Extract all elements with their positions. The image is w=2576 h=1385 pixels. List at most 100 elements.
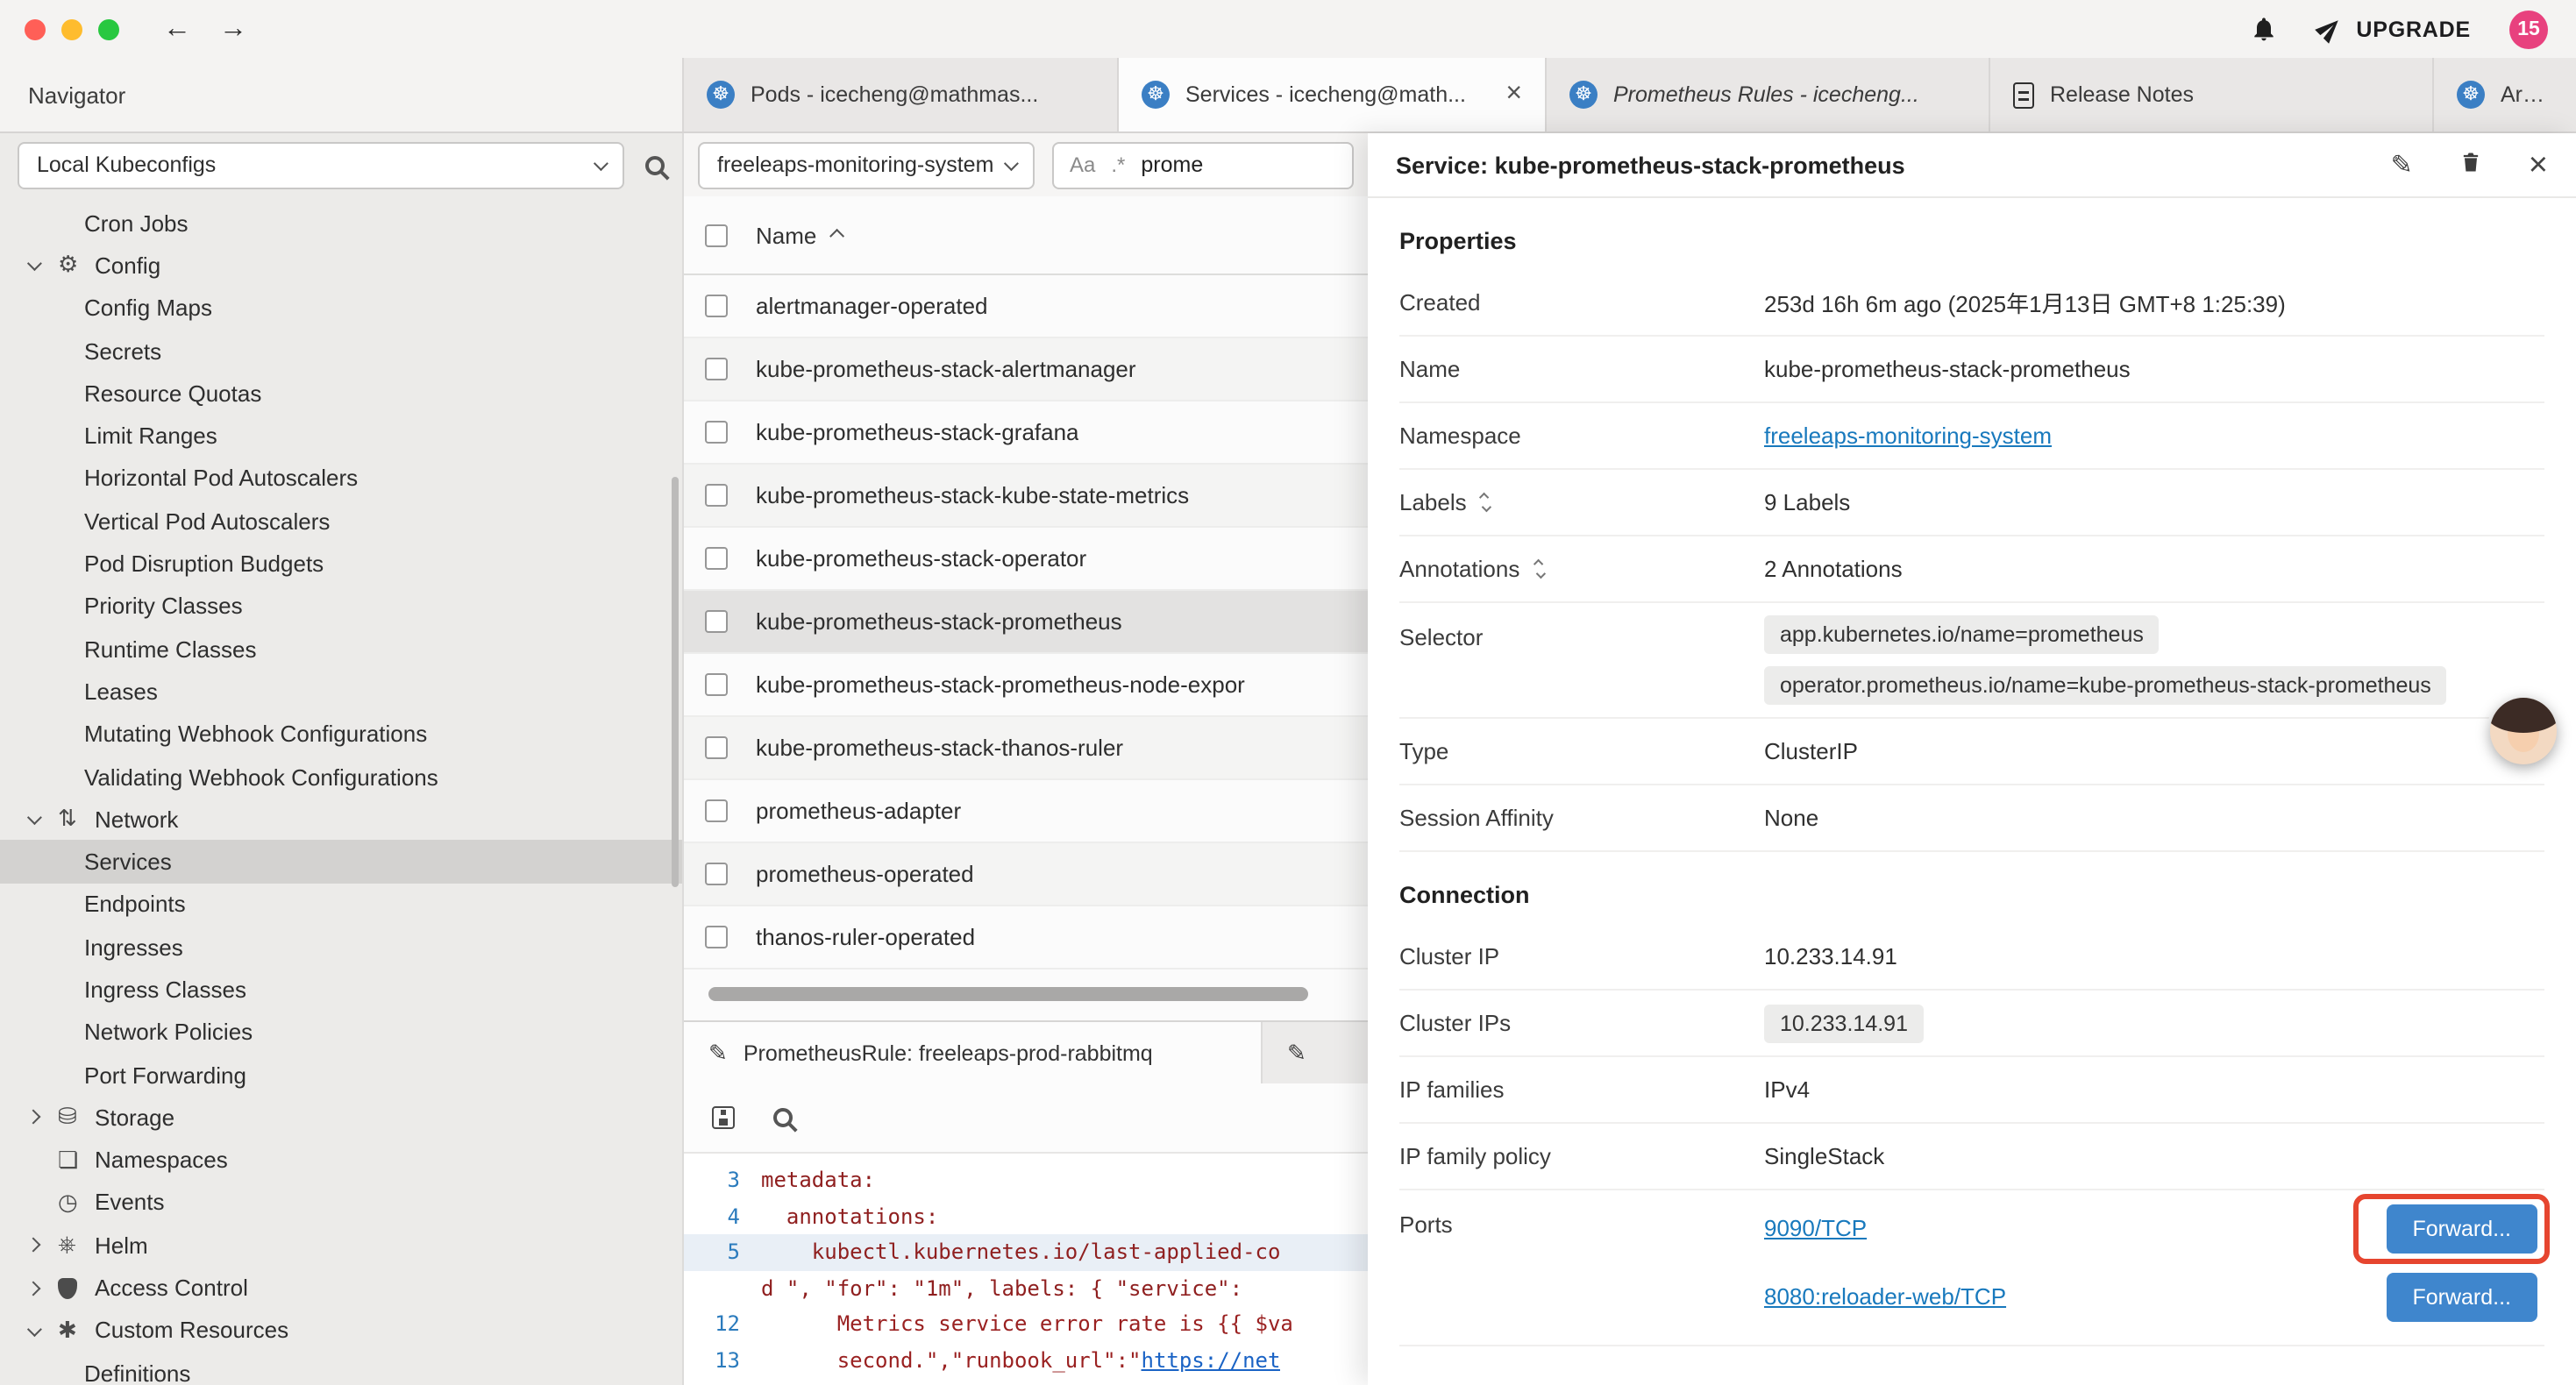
table-row[interactable]: kube-prometheus-stack-operator: [684, 528, 1368, 591]
row-checkbox[interactable]: [705, 421, 728, 444]
table-row[interactable]: prometheus-operated: [684, 843, 1368, 906]
column-header-name[interactable]: Name: [756, 222, 843, 248]
kubeconfig-selector[interactable]: Local Kubeconfigs: [18, 141, 624, 188]
row-checkbox[interactable]: [705, 610, 728, 633]
sidebar-item-priority-classes[interactable]: Priority Classes: [0, 585, 682, 628]
table-row[interactable]: kube-prometheus-stack-thanos-ruler: [684, 717, 1368, 780]
row-checkbox[interactable]: [705, 295, 728, 317]
sidebar-item-limit-ranges[interactable]: Limit Ranges: [0, 415, 682, 458]
table-row[interactable]: kube-prometheus-stack-prometheus-node-ex…: [684, 654, 1368, 717]
sidebar-item-ingress-classes[interactable]: Ingress Classes: [0, 969, 682, 1012]
close-tab-icon[interactable]: ×: [1505, 81, 1522, 109]
notification-count-badge[interactable]: 15: [2509, 10, 2548, 48]
editor-search-icon[interactable]: [773, 1108, 793, 1127]
tab-label: Services - icecheng@math...: [1185, 82, 1466, 107]
table-row[interactable]: kube-prometheus-stack-prometheus: [684, 591, 1368, 654]
sidebar-item-pod-disruption-budgets[interactable]: Pod Disruption Budgets: [0, 543, 682, 586]
chevron-right-icon[interactable]: [28, 1112, 58, 1123]
row-checkbox[interactable]: [705, 547, 728, 570]
tab-release-notes[interactable]: Release Notes: [1990, 58, 2434, 131]
select-all-checkbox[interactable]: [705, 224, 728, 246]
upgrade-button[interactable]: UPGRADE: [2316, 16, 2471, 42]
regex-toggle[interactable]: .*: [1111, 153, 1125, 177]
sidebar-item-mutating-webhook-configurations[interactable]: Mutating Webhook Configurations: [0, 713, 682, 756]
notifications-bell-icon[interactable]: [2249, 14, 2277, 44]
row-checkbox[interactable]: [705, 736, 728, 759]
port-link[interactable]: 8080:reloader-web/TCP: [1764, 1283, 2006, 1310]
namespace-link[interactable]: freeleaps-monitoring-system: [1764, 423, 2052, 449]
table-row[interactable]: kube-prometheus-stack-grafana: [684, 401, 1368, 465]
sidebar-item-network-policies[interactable]: Network Policies: [0, 1011, 682, 1054]
dock-tab[interactable]: ✎PrometheusRule: freeleaps-prod-rabbitmq: [684, 1022, 1263, 1083]
sidebar-item-definitions[interactable]: Definitions: [0, 1352, 682, 1385]
expander-icon[interactable]: [1483, 493, 1490, 512]
delete-icon[interactable]: [2459, 149, 2483, 181]
sidebar-scrollbar[interactable]: [672, 477, 679, 887]
sidebar-item-config[interactable]: ⚙Config: [0, 245, 682, 288]
edit-icon[interactable]: ✎: [2391, 152, 2413, 178]
tab-pods-icecheng-mathmas[interactable]: ☸Pods - icecheng@mathmas...: [684, 58, 1119, 131]
sidebar-item-network[interactable]: ⇅Network: [0, 798, 682, 841]
sidebar-item-helm[interactable]: ⎈Helm: [0, 1224, 682, 1267]
port-link[interactable]: 9090/TCP: [1764, 1215, 1867, 1241]
row-checkbox[interactable]: [705, 484, 728, 507]
zoom-window-button[interactable]: [98, 18, 119, 39]
sidebar-item-secrets[interactable]: Secrets: [0, 330, 682, 373]
sidebar-item-port-forwarding[interactable]: Port Forwarding: [0, 1054, 682, 1097]
forward-button[interactable]: Forward...: [2386, 1204, 2537, 1253]
expander-icon[interactable]: [1535, 559, 1542, 579]
table-row[interactable]: alertmanager-operated: [684, 275, 1368, 338]
back-button[interactable]: ←: [158, 13, 196, 45]
sidebar-item-namespaces[interactable]: ❏Namespaces: [0, 1139, 682, 1182]
sidebar-item-events[interactable]: ◷Events: [0, 1182, 682, 1225]
namespace-filter[interactable]: freeleaps-monitoring-system: [698, 141, 1035, 188]
sidebar-item-endpoints[interactable]: Endpoints: [0, 884, 682, 927]
chevron-down-icon[interactable]: [28, 260, 58, 271]
close-icon[interactable]: ×: [2529, 148, 2548, 181]
table-row[interactable]: thanos-ruler-operated: [684, 906, 1368, 970]
sidebar-item-leases[interactable]: Leases: [0, 671, 682, 714]
sidebar-item-storage[interactable]: ⛁Storage: [0, 1096, 682, 1139]
table-row[interactable]: kube-prometheus-stack-alertmanager: [684, 338, 1368, 401]
tab-prometheus-rules-icecheng[interactable]: ☸Prometheus Rules - icecheng...: [1547, 58, 1990, 131]
row-checkbox[interactable]: [705, 926, 728, 948]
minimize-window-button[interactable]: [61, 18, 82, 39]
sidebar-item-services[interactable]: Services: [0, 841, 682, 884]
table-row[interactable]: kube-prometheus-stack-kube-state-metrics: [684, 465, 1368, 528]
sidebar-item-vertical-pod-autoscalers[interactable]: Vertical Pod Autoscalers: [0, 500, 682, 543]
tab-argo-se[interactable]: ☸Argo Se: [2434, 58, 2576, 131]
horizontal-scrollbar[interactable]: [708, 987, 1308, 1001]
property-row-created: Created253d 16h 6m ago (2025年1月13日 GMT+8…: [1399, 270, 2544, 337]
forward-button[interactable]: →: [214, 13, 253, 45]
sidebar-item-ingresses[interactable]: Ingresses: [0, 926, 682, 969]
namespace-filter-value: freeleaps-monitoring-system: [717, 153, 993, 177]
table-row[interactable]: prometheus-adapter: [684, 780, 1368, 843]
chevron-right-icon[interactable]: [28, 1282, 58, 1293]
sidebar-item-access-control[interactable]: Access Control: [0, 1267, 682, 1310]
yaml-editor[interactable]: 3metadata:4 annotations:5 kubectl.kubern…: [684, 1154, 1368, 1385]
table-search-input[interactable]: Aa .* prome: [1052, 141, 1354, 188]
save-icon[interactable]: [712, 1106, 735, 1129]
sidebar-item-runtime-classes[interactable]: Runtime Classes: [0, 628, 682, 671]
close-window-button[interactable]: [25, 18, 46, 39]
sidebar-item-custom-resources[interactable]: ✱Custom Resources: [0, 1309, 682, 1352]
chevron-right-icon[interactable]: [28, 1240, 58, 1251]
sidebar-item-cron-jobs[interactable]: Cron Jobs: [0, 202, 682, 245]
dock-tab-partial[interactable]: ✎: [1263, 1022, 1368, 1083]
chevron-down-icon[interactable]: [28, 814, 58, 825]
forward-button[interactable]: Forward...: [2386, 1272, 2537, 1321]
avatar[interactable]: [2490, 698, 2557, 764]
tab-services-icecheng-math[interactable]: ☸Services - icecheng@math...×: [1119, 58, 1547, 131]
sidebar-item-horizontal-pod-autoscalers[interactable]: Horizontal Pod Autoscalers: [0, 458, 682, 501]
chevron-down-icon[interactable]: [28, 1325, 58, 1336]
row-checkbox[interactable]: [705, 863, 728, 885]
property-row-namespace: Namespacefreeleaps-monitoring-system: [1399, 403, 2544, 470]
row-checkbox[interactable]: [705, 358, 728, 380]
sidebar-item-resource-quotas[interactable]: Resource Quotas: [0, 372, 682, 415]
row-checkbox[interactable]: [705, 673, 728, 696]
sidebar-item-config-maps[interactable]: Config Maps: [0, 287, 682, 330]
search-icon[interactable]: [645, 155, 665, 174]
sidebar-item-validating-webhook-configurations[interactable]: Validating Webhook Configurations: [0, 756, 682, 799]
row-checkbox[interactable]: [705, 799, 728, 822]
match-case-toggle[interactable]: Aa: [1070, 153, 1095, 177]
